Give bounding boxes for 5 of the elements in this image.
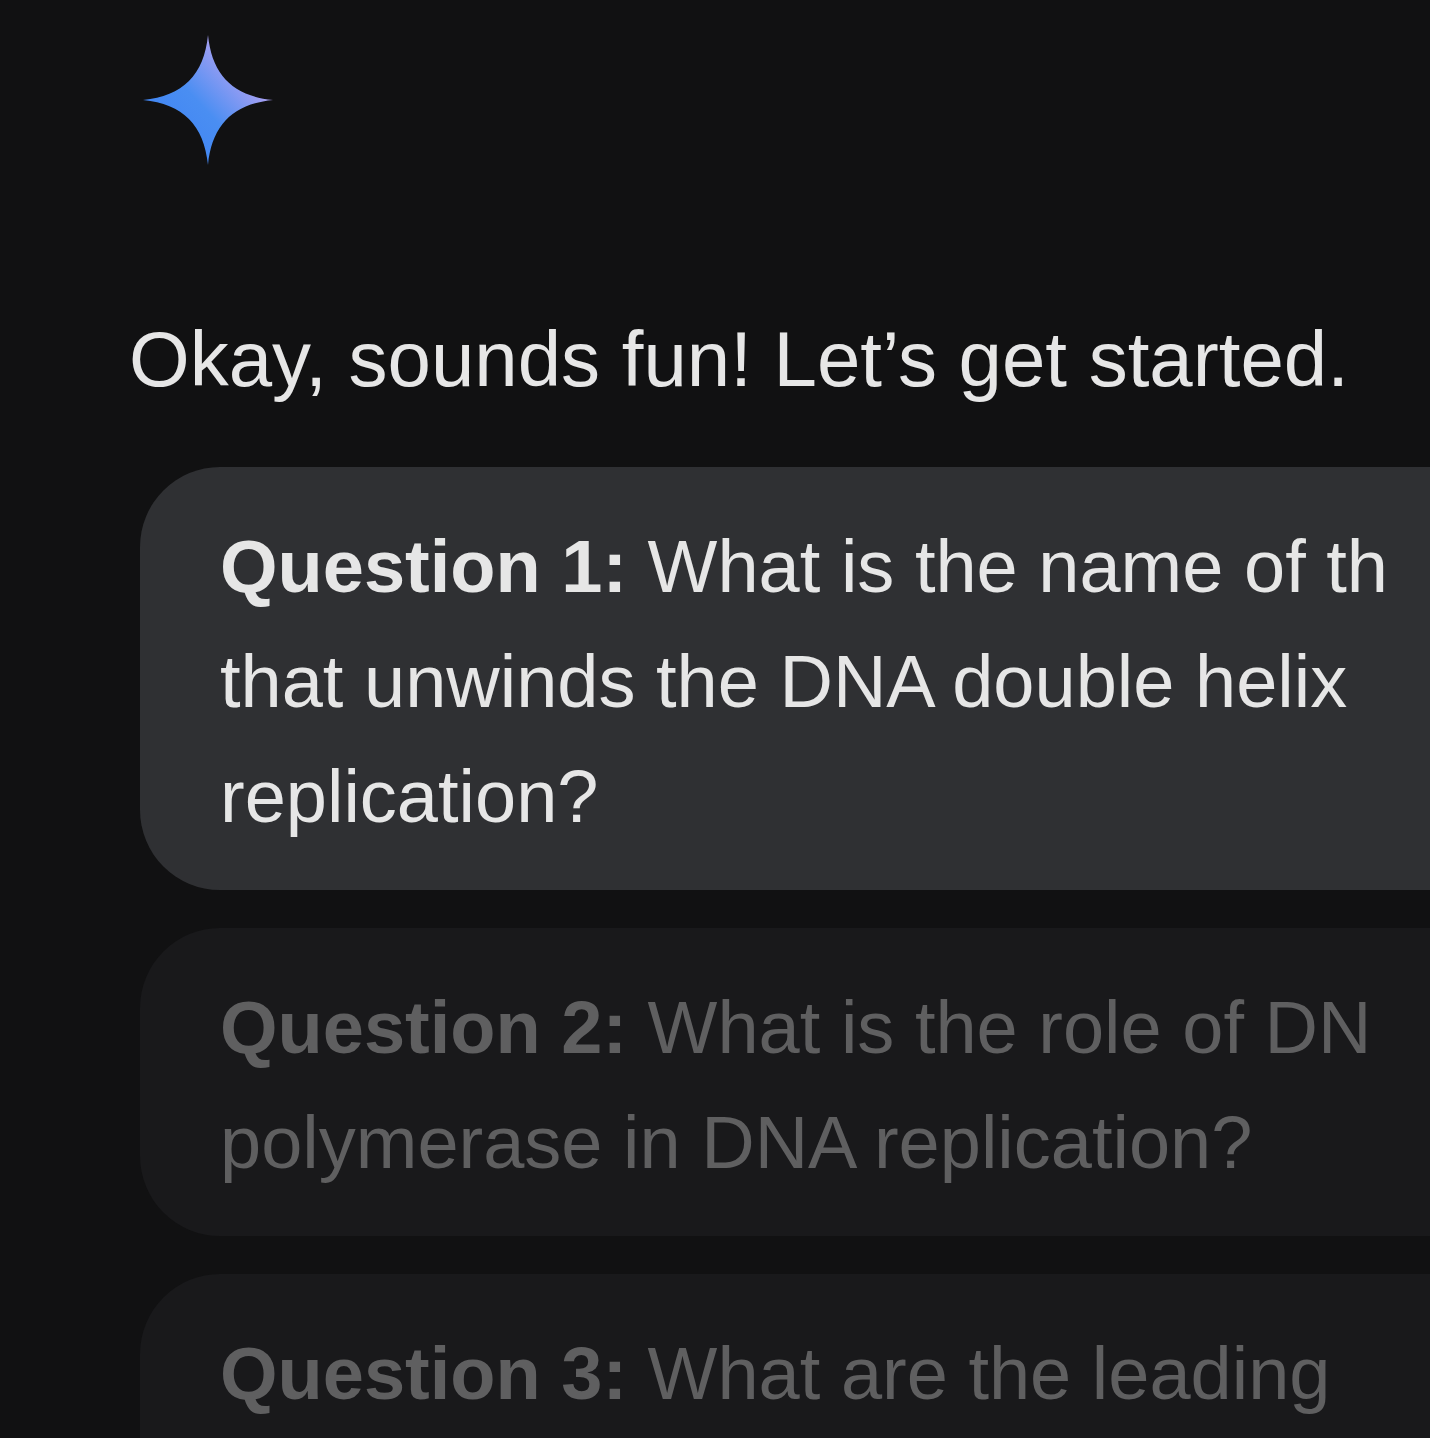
assistant-message: Okay, sounds fun! Let’s get started.	[129, 314, 1350, 405]
question-text: Question 2: What is the role of DN polymerase in DNA replication?	[220, 985, 1373, 1186]
sparkle-icon	[143, 35, 273, 165]
question-text: Question 3: What are the leading	[220, 1331, 1332, 1417]
question-text: Question 1: What is the name of th that unwinds the DNA double helix replication?	[220, 524, 1389, 840]
